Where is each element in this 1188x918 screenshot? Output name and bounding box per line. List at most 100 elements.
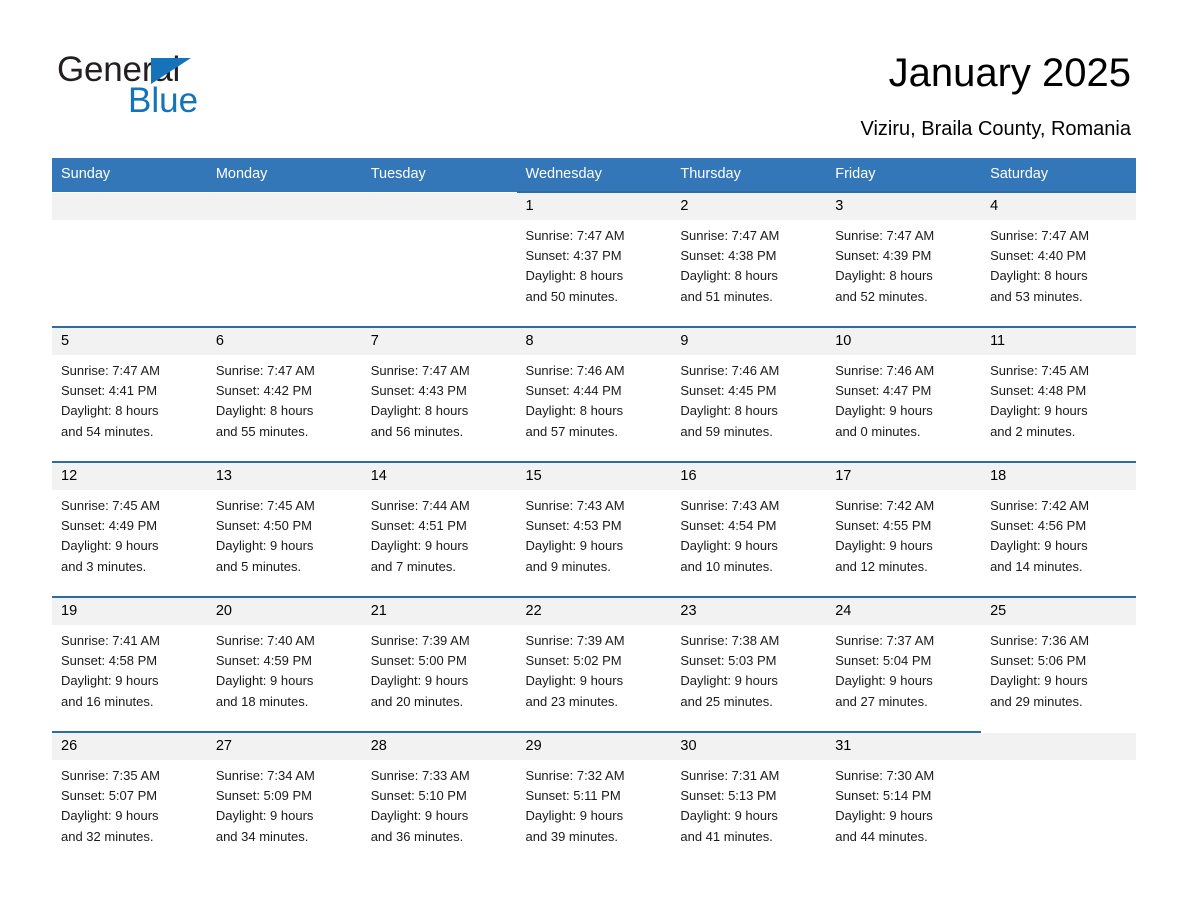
day-number: 31 [835,738,852,754]
day-number: 11 [990,333,1006,349]
weekday-header-saturday: Saturday [981,158,1136,192]
daylight-duration-line1: Daylight: 9 hours [835,673,933,689]
calendar-day-cell[interactable]: 1 Sunrise: 7:47 AM Sunset: 4:37 PM Daylight… [516,191,672,327]
calendar-day-cell-empty [52,192,207,327]
daylight-duration-line2: and 27 minutes. [835,693,928,709]
daylight-duration-line2: and 5 minutes. [215,558,302,574]
calendar-day-cell[interactable]: 20 Sunrise: 7:40 AM Sunset: 4:59 PM Dayligh… [206,596,362,732]
sunrise-time: Sunrise: 7:37 AM [835,633,935,648]
calendar-day-cell[interactable]: 7 Sunrise: 7:47 AM Sunset: 4:43 PM Daylight… [361,326,517,462]
calendar-day-cell[interactable]: 19 Sunrise: 7:41 AM Sunset: 4:58 PM Dayligh… [52,596,207,732]
day-number: 16 [680,468,697,484]
calendar-day-cell[interactable]: 21 Sunrise: 7:39 AM Sunset: 5:00 PM Dayligh… [361,596,517,732]
sunrise-time: Sunrise: 7:33 AM [370,768,470,783]
calendar-day-cell[interactable]: 30 Sunrise: 7:31 AM Sunset: 5:13 PM Dayligh… [671,731,827,866]
calendar-day-cell[interactable]: 29 Sunrise: 7:32 AM Sunset: 5:11 PM Dayligh… [516,731,672,866]
daylight-duration-line1: Daylight: 9 hours [215,673,314,689]
calendar-day-cell[interactable]: 5 Sunrise: 7:47 AM Sunset: 4:41 PM Daylight… [52,326,207,462]
daylight-duration-line2: and 3 minutes. [61,558,147,574]
day-number: 12 [61,468,78,484]
calendar-day-cell[interactable]: 3 Sunrise: 7:47 AM Sunset: 4:39 PM Daylight… [826,191,982,327]
calendar-day-cell[interactable]: 25 Sunrise: 7:36 AM Sunset: 5:06 PM Dayligh… [981,596,1136,732]
calendar-day-cell[interactable]: 23 Sunrise: 7:38 AM Sunset: 5:03 PM Dayligh… [671,596,827,732]
day-number: 23 [680,603,697,619]
calendar-day-cell[interactable]: 27 Sunrise: 7:34 AM Sunset: 5:09 PM Dayligh… [206,731,362,866]
sunset-time: Sunset: 5:09 PM [215,788,312,804]
daylight-duration-line1: Daylight: 9 hours [990,403,1088,419]
day-number-band: 7 [361,328,517,355]
day-number-band: 20 [206,598,362,625]
daylight-duration-line2: and 7 minutes. [370,558,456,574]
calendar-day-cell[interactable]: 16 Sunrise: 7:43 AM Sunset: 4:54 PM Dayligh… [671,461,827,597]
day-number-band: 16 [671,463,827,490]
page-header: General Blue January 2025 Viziru, Braila… [0,0,1188,158]
day-number-band [52,193,207,220]
day-sun-info: Sunrise: 7:32 AM Sunset: 5:11 PM Daylight:… [517,760,672,847]
sunset-time: Sunset: 4:40 PM [990,248,1087,264]
sunset-time: Sunset: 4:45 PM [680,383,777,399]
calendar-day-cell[interactable]: 18 Sunrise: 7:42 AM Sunset: 4:56 PM Dayligh… [981,461,1136,597]
daylight-duration-line1: Daylight: 8 hours [990,268,1088,284]
daylight-duration-line2: and 10 minutes. [680,558,773,574]
day-sun-info: Sunrise: 7:46 AM Sunset: 4:45 PM Daylight:… [671,355,826,442]
calendar-day-cell[interactable]: 13 Sunrise: 7:45 AM Sunset: 4:50 PM Dayligh… [206,461,362,597]
day-number-band: 28 [361,733,517,760]
day-number: 1 [525,198,534,214]
sunrise-time: Sunrise: 7:47 AM [990,228,1090,243]
day-number: 29 [525,738,542,754]
day-number: 5 [61,333,70,349]
day-number-band: 9 [671,328,827,355]
general-blue-logo[interactable]: General Blue [57,50,317,120]
calendar-day-cell[interactable]: 22 Sunrise: 7:39 AM Sunset: 5:02 PM Dayligh… [516,596,672,732]
daylight-duration-line2: and 25 minutes. [680,693,773,709]
calendar-day-cell[interactable]: 14 Sunrise: 7:44 AM Sunset: 4:51 PM Dayligh… [361,461,517,597]
calendar-day-cell[interactable]: 8 Sunrise: 7:46 AM Sunset: 4:44 PM Daylight… [516,326,672,462]
sunset-time: Sunset: 4:50 PM [215,518,312,534]
sunrise-time: Sunrise: 7:45 AM [990,363,1090,378]
daylight-duration-line1: Daylight: 9 hours [835,538,933,554]
day-number-band: 22 [516,598,672,625]
sunrise-time: Sunrise: 7:46 AM [680,363,780,378]
daylight-duration-line2: and 23 minutes. [525,693,619,709]
sunrise-time: Sunrise: 7:38 AM [680,633,780,648]
logo-text-blue: Blue [128,81,199,120]
day-number-band: 11 [981,328,1136,355]
day-number: 28 [370,738,387,754]
calendar-day-cell[interactable]: 4 Sunrise: 7:47 AM Sunset: 4:40 PM Daylight… [981,191,1136,327]
calendar-day-cell[interactable]: 26 Sunrise: 7:35 AM Sunset: 5:07 PM Dayligh… [52,731,207,866]
calendar-day-cell[interactable]: 10 Sunrise: 7:46 AM Sunset: 4:47 PM Dayligh… [826,326,982,462]
day-number-band: 25 [981,598,1136,625]
sunrise-time: Sunrise: 7:42 AM [835,498,935,513]
daylight-duration-line1: Daylight: 9 hours [680,673,778,689]
calendar-day-cell[interactable]: 31 Sunrise: 7:30 AM Sunset: 5:14 PM Dayligh… [826,731,982,866]
day-sun-info: Sunrise: 7:42 AM Sunset: 4:55 PM Daylight:… [826,490,981,577]
day-number: 19 [61,603,78,619]
daylight-duration-line1: Daylight: 8 hours [525,403,624,419]
calendar-day-cell[interactable]: 17 Sunrise: 7:42 AM Sunset: 4:55 PM Dayligh… [826,461,982,597]
calendar-day-cell[interactable]: 15 Sunrise: 7:43 AM Sunset: 4:53 PM Dayligh… [516,461,672,597]
calendar-day-cell[interactable]: 12 Sunrise: 7:45 AM Sunset: 4:49 PM Dayligh… [52,461,207,597]
calendar-day-cell-empty [361,192,517,327]
day-sun-info: Sunrise: 7:38 AM Sunset: 5:03 PM Daylight:… [671,625,826,712]
sunrise-time: Sunrise: 7:47 AM [370,363,470,378]
calendar-day-cell[interactable]: 9 Sunrise: 7:46 AM Sunset: 4:45 PM Daylight… [671,326,827,462]
day-sun-info: Sunrise: 7:34 AM Sunset: 5:09 PM Daylight:… [207,760,362,847]
day-sun-info: Sunrise: 7:39 AM Sunset: 5:02 PM Daylight:… [517,625,672,712]
calendar-day-cell[interactable]: 2 Sunrise: 7:47 AM Sunset: 4:38 PM Daylight… [671,191,827,327]
day-number-band: 24 [826,598,982,625]
calendar-day-cell[interactable]: 6 Sunrise: 7:47 AM Sunset: 4:42 PM Daylight… [206,326,362,462]
day-sun-info: Sunrise: 7:36 AM Sunset: 5:06 PM Daylight:… [981,625,1136,712]
calendar-day-cell[interactable]: 28 Sunrise: 7:33 AM Sunset: 5:10 PM Dayligh… [361,731,517,866]
calendar-day-cell[interactable]: 11 Sunrise: 7:45 AM Sunset: 4:48 PM Dayligh… [981,326,1136,462]
daylight-duration-line2: and 2 minutes. [990,423,1076,439]
day-number-band: 3 [826,193,982,220]
day-number: 22 [525,603,542,619]
page-subtitle-location: Viziru, Braila County, Romania [860,118,1132,140]
weekday-header-friday: Friday [826,158,982,192]
day-sun-info: Sunrise: 7:47 AM Sunset: 4:39 PM Daylight:… [826,220,981,307]
day-number: 2 [680,198,689,214]
calendar-day-cell[interactable]: 24 Sunrise: 7:37 AM Sunset: 5:04 PM Dayligh… [826,596,982,732]
day-number: 6 [215,333,224,349]
day-number-band: 29 [516,733,672,760]
sunset-time: Sunset: 5:14 PM [835,788,932,804]
